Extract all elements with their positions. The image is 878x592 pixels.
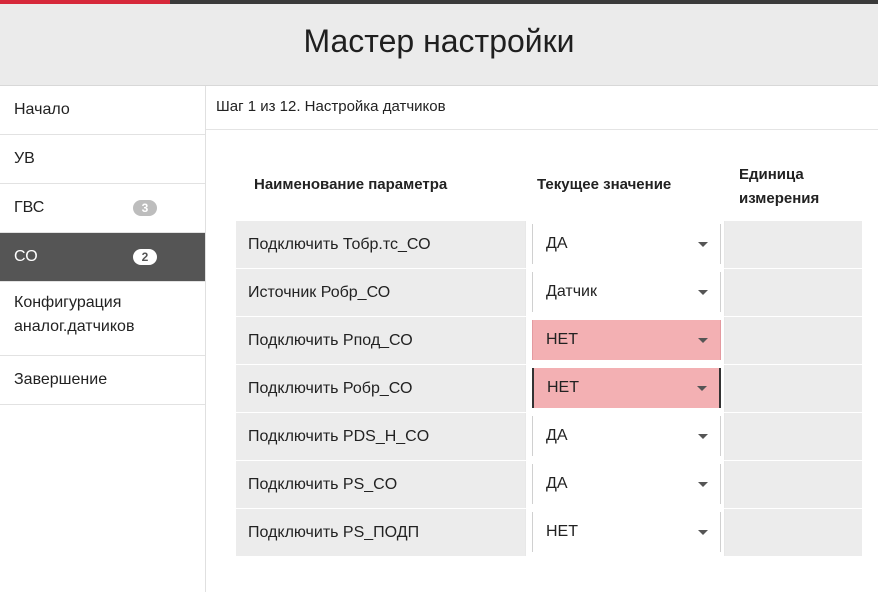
count-badge: 2 [133,249,157,265]
parameter-name: Источник Робр_СО [248,284,391,301]
column-header-value: Текущее значение [537,176,672,193]
table-row: Подключить Робр_СО НЕТ [236,365,862,413]
caret-down-icon [698,434,708,439]
column-header-name: Наименование параметра [254,176,448,193]
unit-cell [727,509,862,556]
value-select[interactable]: НЕТ [532,512,721,552]
value-cell: Датчик [525,269,725,316]
value-cell: ДА [525,221,725,268]
sidebar-item-label: Начало [14,101,70,118]
select-value: ДА [546,427,568,444]
main-content: Шаг 1 из 12. Настройка датчиков Наименов… [206,86,878,592]
value-select[interactable]: ДА [532,464,721,504]
value-cell: НЕТ [525,317,725,364]
select-value: ДА [546,235,568,252]
unit-cell [727,221,862,268]
caret-down-icon [698,482,708,487]
table-row: Подключить PS_ПОДП НЕТ [236,509,862,557]
parameter-name: Подключить Робр_СО [248,380,413,397]
select-value: НЕТ [546,523,578,540]
sidebar-item-label: Завершение [14,371,108,388]
value-select[interactable]: Датчик [532,272,721,312]
table-header: Наименование параметра Текущее значение … [236,162,862,221]
unit-cell [727,269,862,316]
value-cell: ДА [525,461,725,508]
parameters-table: Наименование параметра Текущее значение … [236,162,862,557]
unit-cell [727,461,862,508]
value-cell: ДА [525,413,725,460]
table-row: Подключить PDS_H_CO ДА [236,413,862,461]
sidebar-item-label: СО [14,248,38,265]
caret-down-icon [697,386,707,391]
unit-cell [727,317,862,364]
select-value: НЕТ [547,379,579,396]
parameter-name: Подключить Рпод_СО [248,332,413,349]
caret-down-icon [698,530,708,535]
sidebar-item-uv[interactable]: УВ [0,135,205,184]
parameter-name: Подключить PDS_H_CO [248,428,430,445]
select-value: ДА [546,475,568,492]
sidebar-item-finish[interactable]: Завершение [0,356,205,405]
sidebar-item-label: ГВС [14,199,45,216]
value-cell: НЕТ [525,365,725,412]
sidebar-item-gvs[interactable]: ГВС 3 [0,184,205,233]
sidebar-item-analog-config[interactable]: Конфигурация аналог.датчиков [0,282,205,356]
select-value: Датчик [546,283,597,300]
caret-down-icon [698,290,708,295]
caret-down-icon [698,242,708,247]
caret-down-icon [698,338,708,343]
value-select[interactable]: ДА [532,416,721,456]
column-header-unit: Единица измерения [739,166,820,207]
sidebar: Начало УВ ГВС 3 СО 2 Конфигурация аналог… [0,86,206,592]
sidebar-item-start[interactable]: Начало [0,86,205,135]
table-row: Подключить Тобр.тс_СО ДА [236,221,862,269]
value-cell: НЕТ [525,509,725,556]
step-title: Шаг 1 из 12. Настройка датчиков [206,86,878,130]
table-row: Источник Робр_СО Датчик [236,269,862,317]
sidebar-item-label: УВ [14,150,35,167]
sidebar-item-label: Конфигурация аналог.датчиков [14,294,135,335]
value-select[interactable]: НЕТ [532,368,721,408]
parameter-name: Подключить PS_ПОДП [248,524,420,541]
unit-cell [727,365,862,412]
value-select[interactable]: НЕТ [532,320,721,360]
unit-cell [727,413,862,460]
parameter-name: Подключить Тобр.тс_СО [248,236,431,253]
count-badge: 3 [133,200,157,216]
header: Мастер настройки [0,4,878,86]
sidebar-item-so[interactable]: СО 2 [0,233,205,282]
page-title: Мастер настройки [303,23,575,59]
table-row: Подключить Рпод_СО НЕТ [236,317,862,365]
table-row: Подключить PS_CO ДА [236,461,862,509]
value-select[interactable]: ДА [532,224,721,264]
select-value: НЕТ [546,331,578,348]
parameter-name: Подключить PS_CO [248,476,398,493]
